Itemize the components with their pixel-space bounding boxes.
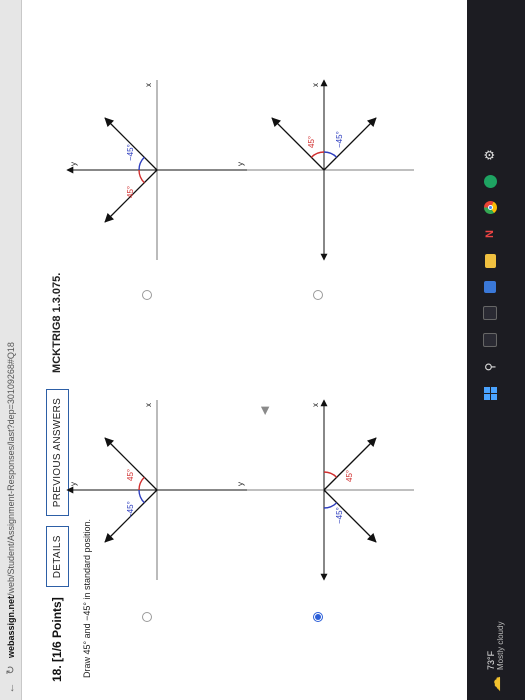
angle-label-negative: −45° — [335, 507, 344, 524]
question-points: [1/6 Points] — [50, 597, 64, 662]
y-axis-label: y — [69, 162, 78, 166]
file-explorer-icon[interactable] — [484, 254, 496, 268]
question-code: MCKTRIG8 1.3.075. — [51, 272, 63, 373]
option-3-radio[interactable] — [142, 612, 152, 622]
angle-label-negative: −45° — [126, 144, 135, 161]
windows-start-icon[interactable] — [483, 387, 497, 400]
option-4-radio[interactable] — [142, 290, 152, 300]
angle-label-positive: 45° — [345, 470, 354, 482]
taskbar-icons: N ⚙ — [482, 148, 497, 400]
angle-label-positive: 45° — [126, 186, 135, 198]
mouse-cursor-icon: ◀ — [259, 406, 271, 415]
task-view-icon[interactable] — [483, 333, 497, 347]
angle-label-positive: 45° — [307, 136, 316, 148]
option-3-graph[interactable]: x y 45° −45° — [66, 400, 247, 580]
angle-arc-negative — [323, 151, 338, 158]
terminal-side-b — [323, 117, 377, 171]
option-2-graph[interactable]: x y 45° −45° — [234, 79, 414, 261]
weather-widget[interactable]: ☁ 73°F Mostly cloudy — [485, 622, 505, 692]
question-number: 18. [1/6 Points] — [50, 597, 64, 682]
x-axis-label: x — [311, 403, 320, 407]
option-4-graph[interactable]: x y −45° 45° — [66, 80, 247, 260]
terminal-side-b — [323, 437, 377, 491]
angle-label-positive: 45° — [126, 469, 135, 481]
rotated-screenshot: ← ↻ webassign.net/web/Student/Assignment… — [0, 0, 525, 700]
angle-arc-positive — [323, 471, 338, 478]
angle-arc-positive — [310, 151, 325, 158]
url-path: /web/Student/Assignment-Responses/last?d… — [5, 342, 16, 596]
x-axis-label: x — [311, 83, 320, 87]
terminal-side-b — [104, 437, 158, 491]
x-axis-label: x — [144, 83, 153, 87]
details-button[interactable]: DETAILS — [45, 526, 69, 588]
option-1-radio[interactable] — [313, 612, 323, 622]
back-arrow-icon[interactable]: ← — [5, 682, 17, 694]
mail-icon[interactable] — [483, 175, 497, 188]
x-axis-label: x — [144, 403, 153, 407]
previous-answers-button[interactable]: PREVIOUS ANSWERS — [45, 388, 69, 517]
windows-taskbar: ☁ 73°F Mostly cloudy N ⚙ — [467, 0, 525, 700]
option-2-radio[interactable] — [313, 290, 323, 300]
assignment-page: 18. [1/6 Points] DETAILS PREVIOUS ANSWER… — [22, 0, 467, 700]
angle-arc-negative — [138, 156, 145, 171]
angle-arc-negative — [138, 489, 145, 504]
url-text[interactable]: webassign.net/web/Student/Assignment-Res… — [6, 342, 16, 658]
settings-gear-icon[interactable]: ⚙ — [482, 148, 497, 162]
netflix-icon[interactable]: N — [483, 227, 497, 241]
store-icon[interactable] — [484, 281, 496, 293]
partly-cloudy-icon: ☁ — [487, 676, 504, 692]
weather-condition: Mostly cloudy — [495, 621, 505, 670]
terminal-side-a — [323, 489, 377, 543]
angle-arc-positive — [138, 476, 145, 491]
chrome-icon[interactable] — [483, 201, 497, 214]
browser-address-bar[interactable]: ← ↻ webassign.net/web/Student/Assignment… — [0, 0, 22, 700]
option-1-graph[interactable]: x y 45° −45° — [234, 399, 414, 581]
angle-arc-positive — [138, 169, 145, 184]
refresh-icon[interactable]: ↻ — [4, 664, 17, 676]
terminal-side-a — [271, 117, 325, 171]
weather-temperature: 73°F — [485, 650, 496, 670]
url-domain: webassign.net — [5, 595, 16, 658]
widgets-icon[interactable] — [483, 306, 497, 320]
search-icon[interactable] — [483, 360, 497, 374]
angle-label-negative: −45° — [126, 501, 135, 518]
y-axis-label: y — [69, 482, 78, 486]
angle-label-negative: −45° — [335, 131, 344, 148]
